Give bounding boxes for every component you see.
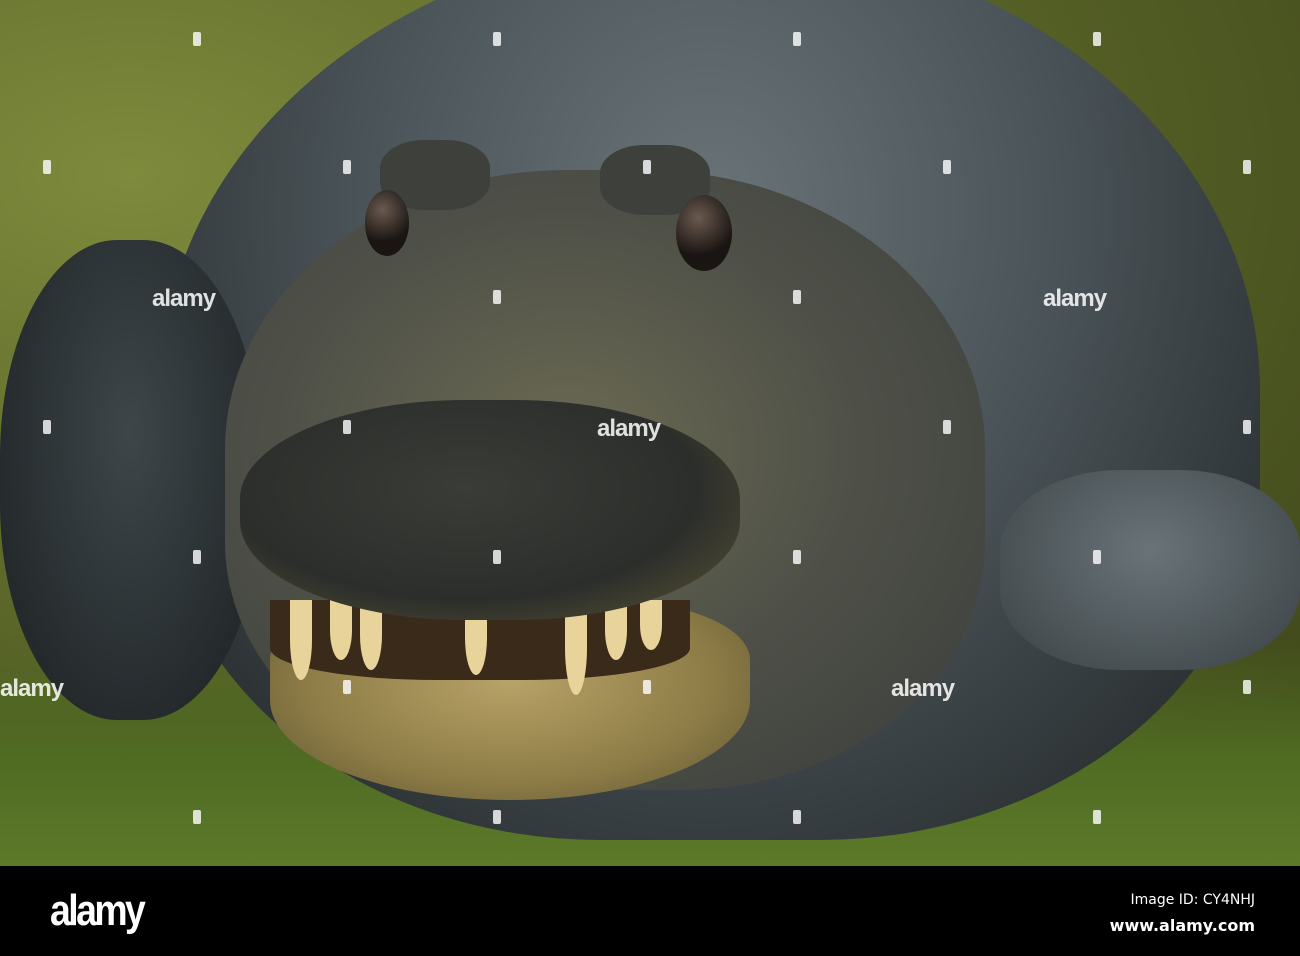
watermark-mark	[943, 160, 951, 174]
watermark-mark	[1093, 32, 1101, 46]
caiman-left-leg	[0, 240, 260, 720]
watermark-mark	[1243, 420, 1251, 434]
watermark: alamy	[597, 415, 661, 442]
watermark-mark	[793, 290, 801, 304]
watermark-mark	[343, 680, 351, 694]
caiman-snout	[240, 400, 740, 620]
watermark: alamy	[891, 675, 955, 702]
tooth	[290, 600, 312, 680]
watermark-mark	[193, 810, 201, 824]
watermark: alamy	[1043, 285, 1107, 312]
site-url: www.alamy.com	[1109, 916, 1255, 935]
watermark-mark	[643, 680, 651, 694]
watermark: alamy	[0, 675, 64, 702]
watermark-mark	[193, 32, 201, 46]
watermark: alamy	[152, 285, 216, 312]
alamy-footer-bar: alamy Image ID: CY4NHJ www.alamy.com	[0, 866, 1300, 956]
watermark-mark	[1093, 550, 1101, 564]
watermark-mark	[493, 550, 501, 564]
caiman-eye-right	[676, 195, 732, 271]
watermark-mark	[493, 290, 501, 304]
watermark-mark	[43, 420, 51, 434]
watermark-mark	[43, 160, 51, 174]
stock-photo: alamy alamy alamy alamy alamy	[0, 0, 1300, 866]
image-id: Image ID: CY4NHJ	[1130, 892, 1256, 908]
caiman-right-leg	[1000, 470, 1300, 670]
watermark-mark	[493, 32, 501, 46]
watermark-mark	[493, 810, 501, 824]
watermark-mark	[793, 32, 801, 46]
watermark-mark	[1243, 680, 1251, 694]
alamy-logo: alamy	[50, 886, 146, 935]
watermark-mark	[793, 810, 801, 824]
watermark-mark	[343, 420, 351, 434]
caiman-eye-left	[365, 190, 409, 256]
tooth	[330, 600, 352, 660]
watermark-mark	[793, 550, 801, 564]
tooth	[640, 600, 662, 650]
watermark-mark	[1093, 810, 1101, 824]
watermark-mark	[1243, 160, 1251, 174]
watermark-mark	[343, 160, 351, 174]
watermark-mark	[643, 160, 651, 174]
watermark-mark	[943, 420, 951, 434]
watermark-mark	[193, 550, 201, 564]
